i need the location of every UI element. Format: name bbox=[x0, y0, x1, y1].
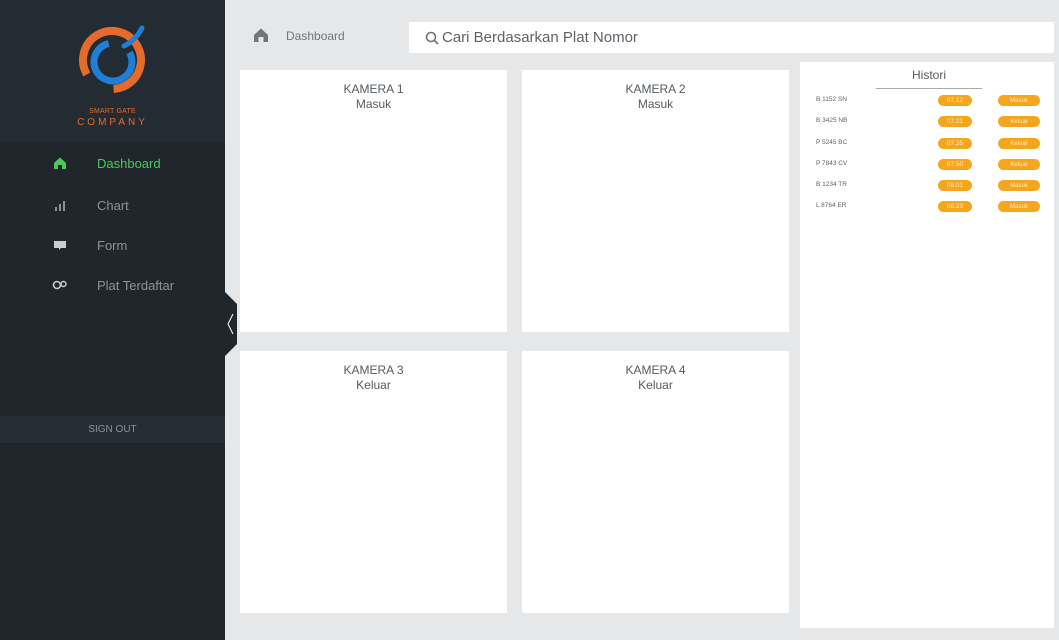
sidebar-item-dashboard[interactable]: Dashboard bbox=[0, 143, 225, 183]
plate-number: B 3425 NB bbox=[816, 117, 848, 124]
status-badge[interactable]: Keluar bbox=[998, 138, 1040, 149]
sidebar-item-label: Dashboard bbox=[97, 155, 161, 171]
status-badge[interactable]: Masuk bbox=[998, 180, 1040, 191]
camera-status: Masuk bbox=[637, 97, 674, 111]
collapse-sidebar-icon[interactable] bbox=[225, 292, 237, 356]
bar-chart-icon bbox=[52, 197, 68, 213]
logo-area: SMART GATE COMPANY bbox=[0, 0, 225, 142]
sidebar-item-label: Plat Terdaftar bbox=[97, 277, 175, 293]
sign-out-button[interactable]: SIGN OUT bbox=[0, 416, 225, 443]
list-item: L 8764 ER 08.23 Masuk bbox=[800, 200, 1054, 214]
time-badge[interactable]: 07.50 bbox=[938, 159, 972, 170]
breadcrumb[interactable]: Dashboard bbox=[286, 29, 345, 43]
camera-status: Keluar bbox=[356, 378, 391, 392]
logo-title: COMPANY bbox=[77, 117, 148, 128]
search-bar bbox=[409, 22, 1054, 53]
camera-title: KAMERA 1 bbox=[343, 82, 404, 96]
list-item: B 3425 NB 07.21 Keluar bbox=[800, 115, 1054, 129]
status-badge[interactable]: Masuk bbox=[998, 95, 1040, 106]
sidebar: SMART GATE COMPANY Dashboard Chart Form bbox=[0, 0, 225, 640]
logo-subtitle: SMART GATE bbox=[89, 108, 136, 115]
plate-number: L 8764 ER bbox=[816, 202, 847, 209]
status-badge[interactable]: Keluar bbox=[998, 116, 1040, 127]
camera-title: KAMERA 3 bbox=[343, 363, 404, 377]
link-icon bbox=[52, 277, 68, 293]
camera-panel-1[interactable]: KAMERA 1 Masuk bbox=[240, 70, 507, 332]
list-item: B 1152 SN 07.12 Masuk bbox=[800, 94, 1054, 108]
list-item: P 7843 CV 07.50 Keluar bbox=[800, 158, 1054, 172]
camera-title: KAMERA 2 bbox=[625, 82, 686, 96]
camera-panel-4[interactable]: KAMERA 4 Keluar bbox=[522, 351, 789, 613]
plate-number: B 1234 TR bbox=[816, 181, 847, 188]
sidebar-item-plat-terdaftar[interactable]: Plat Terdaftar bbox=[0, 265, 225, 305]
camera-panel-3[interactable]: KAMERA 3 Keluar bbox=[240, 351, 507, 613]
comment-icon bbox=[52, 237, 68, 253]
histori-panel: Histori B 1152 SN 07.12 Masuk B 3425 NB … bbox=[800, 62, 1054, 628]
list-item: P 5245 BC 07.35 Keluar bbox=[800, 137, 1054, 151]
search-input[interactable] bbox=[442, 26, 1042, 49]
search-icon bbox=[425, 31, 439, 45]
time-badge[interactable]: 08.23 bbox=[938, 201, 972, 212]
sidebar-item-label: Chart bbox=[97, 197, 129, 213]
camera-title: KAMERA 4 bbox=[625, 363, 686, 377]
plate-number: P 7843 CV bbox=[816, 160, 848, 167]
plate-number: B 1152 SN bbox=[816, 96, 847, 103]
time-badge[interactable]: 07.21 bbox=[938, 116, 972, 127]
smart-gate-logo-icon bbox=[79, 25, 145, 93]
status-badge[interactable]: Masuk bbox=[998, 201, 1040, 212]
status-badge[interactable]: Keluar bbox=[998, 159, 1040, 170]
sidebar-item-form[interactable]: Form bbox=[0, 225, 225, 265]
time-badge[interactable]: 07.35 bbox=[938, 138, 972, 149]
time-badge[interactable]: 08.01 bbox=[938, 180, 972, 191]
home-icon bbox=[52, 155, 68, 171]
camera-panel-2[interactable]: KAMERA 2 Masuk bbox=[522, 70, 789, 332]
time-badge[interactable]: 07.12 bbox=[938, 95, 972, 106]
plate-number: P 5245 BC bbox=[816, 139, 848, 146]
histori-title: Histori bbox=[911, 68, 946, 82]
home-icon bbox=[254, 28, 268, 42]
list-item: B 1234 TR 08.01 Masuk bbox=[800, 179, 1054, 193]
camera-status: Masuk bbox=[355, 97, 392, 111]
sidebar-item-label: Form bbox=[97, 237, 128, 253]
camera-status: Keluar bbox=[638, 378, 673, 392]
sidebar-item-chart[interactable]: Chart bbox=[0, 185, 225, 225]
histori-divider bbox=[876, 88, 982, 89]
